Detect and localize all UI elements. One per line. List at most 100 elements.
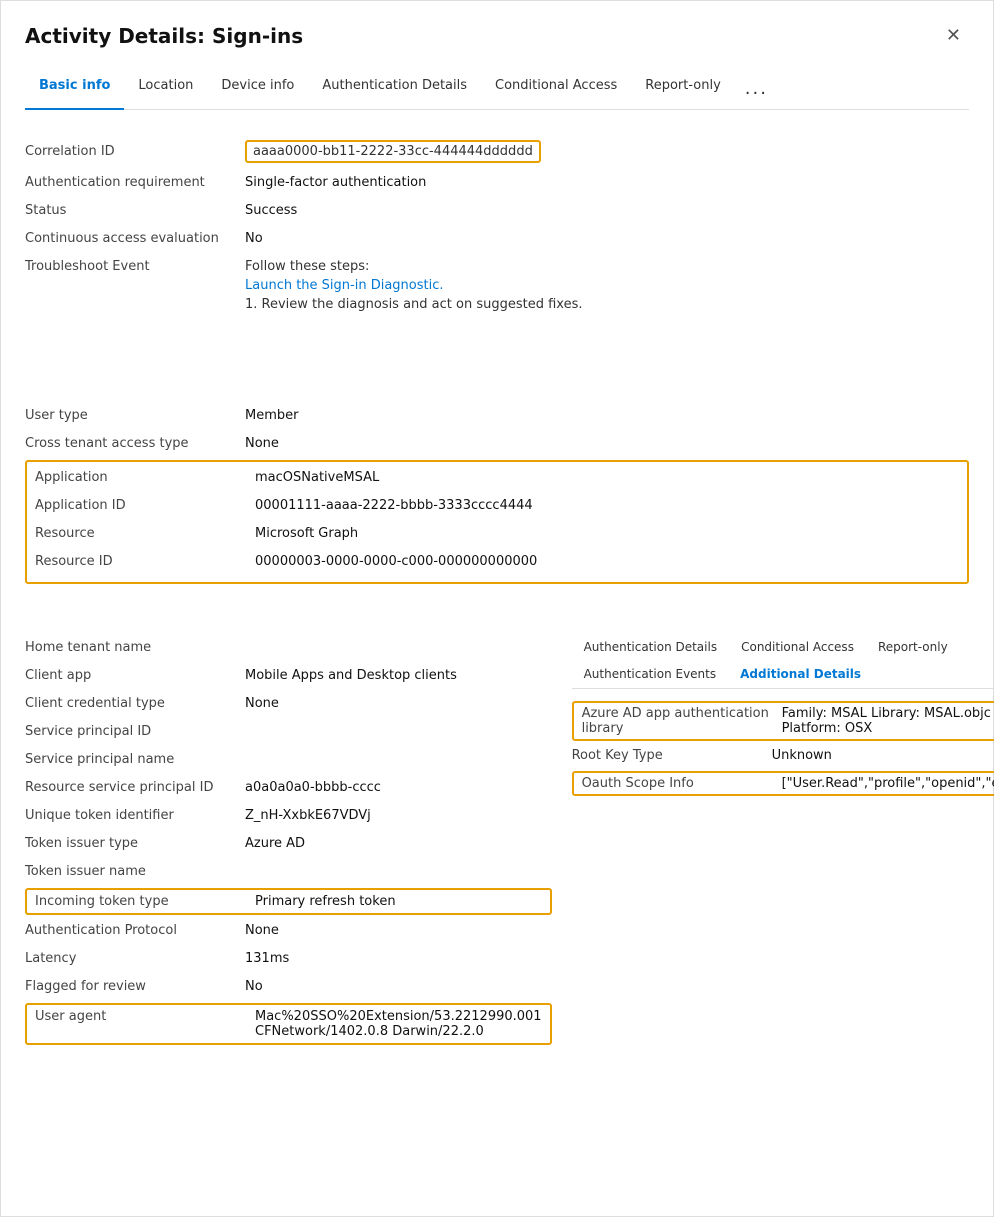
resource-label: Resource bbox=[35, 526, 255, 541]
tab-location[interactable]: Location bbox=[124, 68, 207, 110]
azure-ad-row: Azure AD app authentication library Fami… bbox=[572, 701, 994, 741]
service-principal-name-label: Service principal name bbox=[25, 752, 245, 767]
user-type-value: Member bbox=[245, 408, 969, 423]
flagged-value: No bbox=[245, 979, 552, 994]
status-value: Success bbox=[245, 203, 969, 218]
user-type-row: User type Member bbox=[25, 402, 969, 430]
right-fields: Authentication Details Conditional Acces… bbox=[552, 634, 994, 1047]
left-fields: Home tenant name Client app Mobile Apps … bbox=[25, 634, 552, 1047]
dialog-title: Activity Details: Sign-ins bbox=[25, 24, 303, 48]
home-tenant-label: Home tenant name bbox=[25, 640, 245, 655]
cae-value: No bbox=[245, 231, 969, 246]
troubleshoot-step: Follow these steps: bbox=[245, 259, 969, 274]
oauth-scope-value: ["User.Read","profile","openid","email"] bbox=[782, 776, 994, 791]
client-app-value: Mobile Apps and Desktop clients bbox=[245, 668, 552, 683]
resource-value: Microsoft Graph bbox=[255, 526, 959, 541]
user-agent-row: User agent Mac%20SSO%20Extension/53.2212… bbox=[25, 1003, 552, 1045]
tab-more[interactable]: ... bbox=[735, 68, 778, 109]
correlation-id-value: aaaa0000-bb11-2222-33cc-444444dddddd bbox=[245, 140, 541, 163]
cross-tenant-value: None bbox=[245, 436, 969, 451]
flagged-row: Flagged for review No bbox=[25, 973, 552, 1001]
client-cred-row: Client credential type None bbox=[25, 690, 552, 718]
root-key-value: Unknown bbox=[772, 748, 994, 763]
client-cred-value: None bbox=[245, 696, 552, 711]
unique-token-value: Z_nH-XxbkE67VDVj bbox=[245, 808, 552, 823]
resource-id-label: Resource ID bbox=[35, 554, 255, 569]
secondary-tab-auth-details[interactable]: Authentication Details bbox=[572, 634, 730, 662]
troubleshoot-content: Follow these steps: Launch the Sign-in D… bbox=[245, 259, 969, 316]
cross-tenant-row: Cross tenant access type None bbox=[25, 430, 969, 458]
auth-req-row: Authentication requirement Single-factor… bbox=[25, 169, 969, 197]
secondary-tabs: Authentication Details Conditional Acces… bbox=[572, 634, 994, 689]
top-section: Correlation ID aaaa0000-bb11-2222-33cc-4… bbox=[25, 134, 969, 322]
service-principal-id-row: Service principal ID bbox=[25, 718, 552, 746]
client-app-label: Client app bbox=[25, 668, 245, 683]
resource-id-row: Resource ID 00000003-0000-0000-c000-0000… bbox=[27, 550, 967, 578]
client-app-row: Client app Mobile Apps and Desktop clien… bbox=[25, 662, 552, 690]
oauth-scope-label: Oauth Scope Info bbox=[582, 776, 782, 791]
sign-in-diagnostic-link[interactable]: Launch the Sign-in Diagnostic. bbox=[245, 278, 444, 293]
application-row: Application macOSNativeMSAL bbox=[27, 466, 967, 494]
secondary-tab-additional-details[interactable]: Additional Details bbox=[728, 661, 873, 689]
troubleshoot-review: 1. Review the diagnosis and act on sugge… bbox=[245, 297, 969, 312]
azure-ad-label: Azure AD app authentication library bbox=[582, 706, 782, 736]
incoming-token-label: Incoming token type bbox=[35, 894, 255, 909]
resource-id-value: 00000003-0000-0000-c000-000000000000 bbox=[255, 554, 959, 569]
client-cred-label: Client credential type bbox=[25, 696, 245, 711]
auth-req-value: Single-factor authentication bbox=[245, 175, 969, 190]
status-row: Status Success bbox=[25, 197, 969, 225]
flagged-label: Flagged for review bbox=[25, 979, 245, 994]
latency-row: Latency 131ms bbox=[25, 945, 552, 973]
auth-protocol-row: Authentication Protocol None bbox=[25, 917, 552, 945]
token-issuer-type-row: Token issuer type Azure AD bbox=[25, 830, 552, 858]
user-agent-value: Mac%20SSO%20Extension/53.2212990.001 CFN… bbox=[255, 1009, 542, 1039]
status-label: Status bbox=[25, 203, 245, 218]
token-issuer-name-label: Token issuer name bbox=[25, 864, 245, 879]
close-button[interactable]: ✕ bbox=[938, 21, 969, 50]
tab-basic-info[interactable]: Basic info bbox=[25, 68, 124, 110]
unique-token-label: Unique token identifier bbox=[25, 808, 245, 823]
dialog-header: Activity Details: Sign-ins ✕ bbox=[25, 21, 969, 50]
secondary-tab-report-only[interactable]: Report-only bbox=[866, 634, 960, 662]
auth-protocol-label: Authentication Protocol bbox=[25, 923, 245, 938]
resource-svc-value: a0a0a0a0-bbbb-cccc bbox=[245, 780, 552, 795]
application-id-row: Application ID 00001111-aaaa-2222-bbbb-3… bbox=[27, 494, 967, 522]
auth-req-label: Authentication requirement bbox=[25, 175, 245, 190]
application-label: Application bbox=[35, 470, 255, 485]
incoming-token-value: Primary refresh token bbox=[255, 894, 542, 909]
secondary-tab-conditional-access[interactable]: Conditional Access bbox=[729, 634, 866, 662]
activity-details-dialog: Activity Details: Sign-ins ✕ Basic info … bbox=[0, 0, 994, 1217]
latency-label: Latency bbox=[25, 951, 245, 966]
application-id-value: 00001111-aaaa-2222-bbbb-3333cccc4444 bbox=[255, 498, 959, 513]
application-value: macOSNativeMSAL bbox=[255, 470, 959, 485]
resource-svc-label: Resource service principal ID bbox=[25, 780, 245, 795]
oauth-scope-row: Oauth Scope Info ["User.Read","profile",… bbox=[572, 771, 994, 796]
resource-row: Resource Microsoft Graph bbox=[27, 522, 967, 550]
application-id-label: Application ID bbox=[35, 498, 255, 513]
secondary-tab-auth-events[interactable]: Authentication Events bbox=[572, 661, 729, 689]
app-highlight-section: Application macOSNativeMSAL Application … bbox=[25, 460, 969, 584]
tab-auth-details[interactable]: Authentication Details bbox=[308, 68, 481, 110]
user-section: User type Member Cross tenant access typ… bbox=[25, 402, 969, 584]
token-issuer-type-value: Azure AD bbox=[245, 836, 552, 851]
user-agent-label: User agent bbox=[35, 1009, 255, 1024]
troubleshoot-label: Troubleshoot Event bbox=[25, 259, 245, 274]
resource-svc-row: Resource service principal ID a0a0a0a0-b… bbox=[25, 774, 552, 802]
bottom-section: Home tenant name Client app Mobile Apps … bbox=[25, 634, 969, 1047]
auth-protocol-value: None bbox=[245, 923, 552, 938]
token-issuer-type-label: Token issuer type bbox=[25, 836, 245, 851]
latency-value: 131ms bbox=[245, 951, 552, 966]
user-type-label: User type bbox=[25, 408, 245, 423]
cae-row: Continuous access evaluation No bbox=[25, 225, 969, 253]
root-key-row: Root Key Type Unknown bbox=[572, 743, 994, 769]
correlation-id-highlight: aaaa0000-bb11-2222-33cc-444444dddddd bbox=[245, 140, 541, 163]
cross-tenant-label: Cross tenant access type bbox=[25, 436, 245, 451]
tab-conditional-access[interactable]: Conditional Access bbox=[481, 68, 631, 110]
service-principal-id-label: Service principal ID bbox=[25, 724, 245, 739]
root-key-label: Root Key Type bbox=[572, 748, 772, 763]
tab-report-only[interactable]: Report-only bbox=[631, 68, 735, 110]
main-tabs: Basic info Location Device info Authenti… bbox=[25, 68, 969, 110]
tab-device-info[interactable]: Device info bbox=[207, 68, 308, 110]
token-issuer-name-row: Token issuer name bbox=[25, 858, 552, 886]
correlation-id-label: Correlation ID bbox=[25, 144, 245, 159]
